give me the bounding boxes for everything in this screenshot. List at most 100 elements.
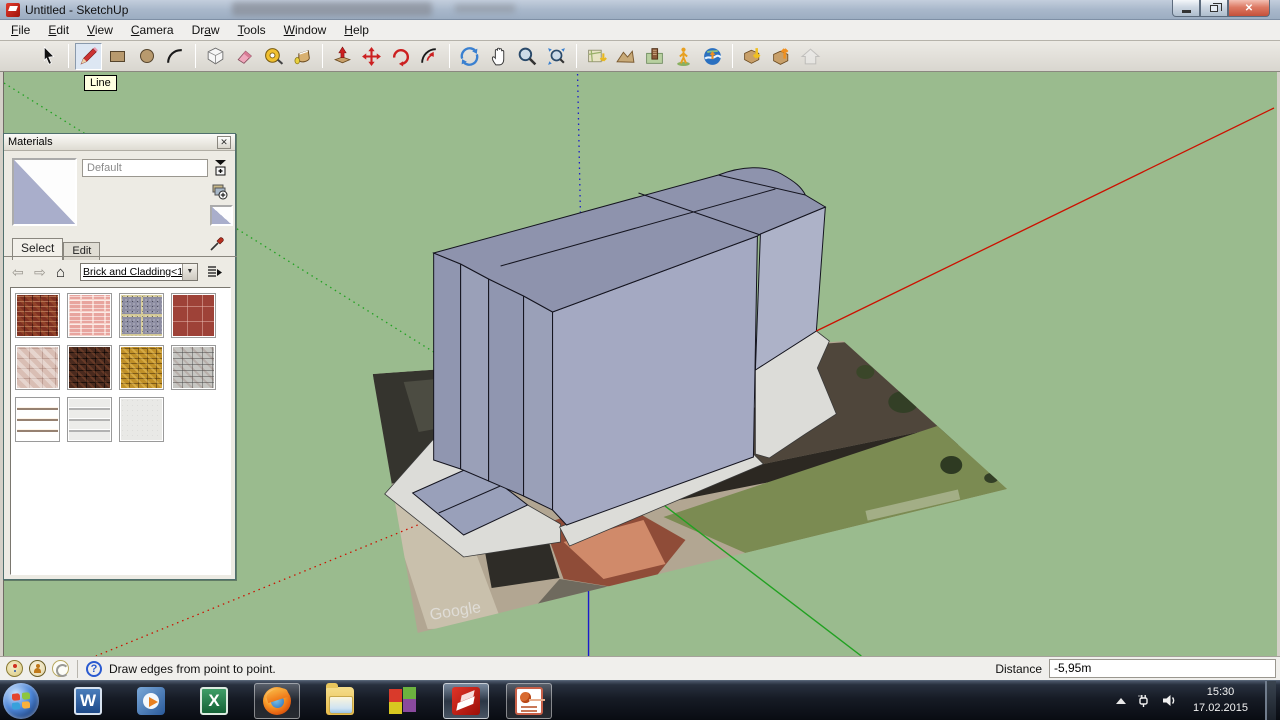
- credits-badge-icon[interactable]: [29, 660, 46, 677]
- zoom-extents-button[interactable]: [543, 43, 570, 70]
- paint-bucket-button[interactable]: [289, 43, 316, 70]
- circle-tool-button[interactable]: [133, 43, 160, 70]
- photo-textures-icon: [644, 46, 665, 67]
- distance-label: Distance: [995, 662, 1042, 676]
- material-swatch-list: [10, 287, 231, 575]
- menu-help[interactable]: Help: [335, 21, 378, 39]
- details-icon[interactable]: [204, 262, 224, 282]
- material-swatch-brick-yellow[interactable]: [119, 345, 164, 390]
- materials-close-icon[interactable]: ✕: [217, 136, 231, 149]
- distance-value-field[interactable]: -5,95m: [1049, 659, 1276, 678]
- rectangle-icon: [110, 51, 125, 62]
- person-figure-icon: [673, 46, 694, 67]
- taskbar: W X 15:30 17.02.2015: [0, 680, 1280, 720]
- line-tool-button[interactable]: [75, 43, 102, 70]
- menu-camera[interactable]: Camera: [122, 21, 183, 39]
- material-swatch-pavers-pink-basketweave[interactable]: [67, 293, 112, 338]
- start-button[interactable]: [3, 683, 39, 719]
- secondary-pane-icon[interactable]: [210, 157, 230, 177]
- minimize-button[interactable]: [1172, 0, 1200, 17]
- material-swatch-stucco-white[interactable]: [119, 397, 164, 442]
- show-desktop-button[interactable]: [1265, 681, 1276, 720]
- material-swatch-stone-pavers-pink[interactable]: [15, 345, 60, 390]
- taskbar-sketchup[interactable]: [443, 683, 489, 719]
- create-material-icon[interactable]: [209, 181, 229, 201]
- get-models-icon: [742, 46, 763, 67]
- dropdown-arrow-icon[interactable]: ▼: [182, 264, 197, 280]
- pan-tool-button[interactable]: [485, 43, 512, 70]
- power-plug-icon[interactable]: [1135, 692, 1152, 709]
- make-component-button[interactable]: [202, 43, 229, 70]
- materials-nav-row: ⇦ ⇨ ⌂ Brick and Cladding<1 ▼: [12, 262, 230, 282]
- offset-icon: [419, 46, 440, 67]
- taskbar-color-squares[interactable]: [380, 683, 426, 719]
- tool-tooltip: Line: [84, 75, 117, 91]
- clock[interactable]: 15:30 17.02.2015: [1193, 685, 1248, 716]
- menu-draw[interactable]: Draw: [183, 21, 229, 39]
- toggle-terrain-button[interactable]: [612, 43, 639, 70]
- select-tool-button[interactable]: [35, 43, 62, 70]
- menubar: FileEditViewCameraDrawToolsWindowHelp: [0, 20, 1280, 41]
- restore-button[interactable]: [1200, 0, 1228, 17]
- menu-edit[interactable]: Edit: [39, 21, 78, 39]
- push-pull-tool-button[interactable]: [329, 43, 356, 70]
- share-model-icon: [771, 46, 792, 67]
- back-arrow-icon[interactable]: ⇦: [12, 264, 34, 281]
- taskbar-powerpoint[interactable]: [506, 683, 552, 719]
- taskbar-explorer[interactable]: [317, 683, 363, 719]
- share-model-button[interactable]: [768, 43, 795, 70]
- tab-edit[interactable]: Edit: [63, 242, 100, 260]
- eraser-tool-button[interactable]: [231, 43, 258, 70]
- google-earth-button[interactable]: [699, 43, 726, 70]
- material-swatch-brick-rough-red[interactable]: [15, 293, 60, 338]
- materials-panel-titlebar[interactable]: Materials ✕: [4, 134, 235, 151]
- photo-textures-button[interactable]: [641, 43, 668, 70]
- taskbar-excel[interactable]: X: [191, 683, 237, 719]
- orbit-icon: [459, 46, 480, 67]
- extension-warehouse-button[interactable]: [797, 43, 824, 70]
- window-title: Untitled - SketchUp: [25, 3, 128, 17]
- statusbar: ? Draw edges from point to point. Distan…: [0, 656, 1280, 680]
- forward-arrow-icon[interactable]: ⇨: [34, 264, 56, 281]
- menu-tools[interactable]: Tools: [229, 21, 275, 39]
- help-question-icon[interactable]: ?: [86, 661, 102, 677]
- get-models-button[interactable]: [739, 43, 766, 70]
- taskbar-media-player[interactable]: [128, 683, 174, 719]
- blurred-background-window: [455, 4, 515, 13]
- speaker-icon[interactable]: [1161, 692, 1178, 709]
- material-swatch-brick-whitewashed[interactable]: [171, 345, 216, 390]
- media-player-icon: [137, 687, 165, 715]
- move-icon: [361, 46, 382, 67]
- sample-paint-eyedropper-icon[interactable]: [207, 233, 227, 253]
- material-swatch-granite-block[interactable]: [119, 293, 164, 338]
- orbit-tool-button[interactable]: [456, 43, 483, 70]
- close-button[interactable]: ✕: [1228, 0, 1270, 17]
- tape-measure-button[interactable]: [260, 43, 287, 70]
- move-tool-button[interactable]: [358, 43, 385, 70]
- taskbar-word[interactable]: W: [65, 683, 111, 719]
- hidden-icons-chevron[interactable]: [1116, 698, 1126, 704]
- material-name-field[interactable]: Default: [82, 159, 208, 177]
- taskbar-firefox[interactable]: [254, 683, 300, 719]
- material-swatch-brick-dark-mixed[interactable]: [67, 345, 112, 390]
- rectangle-tool-button[interactable]: [104, 43, 131, 70]
- material-swatch-siding-tan[interactable]: [15, 397, 60, 442]
- default-material-swatch[interactable]: [210, 205, 233, 226]
- geolocation-badge-icon[interactable]: [6, 660, 23, 677]
- menu-file[interactable]: File: [2, 21, 39, 39]
- zoom-tool-button[interactable]: [514, 43, 541, 70]
- material-swatch-siding-white[interactable]: [67, 397, 112, 442]
- walk-figure-button[interactable]: [670, 43, 697, 70]
- claim-badge-icon[interactable]: [52, 660, 69, 677]
- menu-window[interactable]: Window: [275, 21, 336, 39]
- offset-tool-button[interactable]: [416, 43, 443, 70]
- home-icon[interactable]: ⌂: [56, 264, 80, 281]
- rotate-tool-button[interactable]: [387, 43, 414, 70]
- material-swatch-pavers-red-square[interactable]: [171, 293, 216, 338]
- collection-dropdown[interactable]: Brick and Cladding<1 ▼: [80, 263, 198, 281]
- arc-tool-button[interactable]: [162, 43, 189, 70]
- folder-icon: [326, 687, 354, 715]
- system-tray: 15:30 17.02.2015: [1116, 681, 1280, 720]
- menu-view[interactable]: View: [78, 21, 122, 39]
- add-location-button[interactable]: [583, 43, 610, 70]
